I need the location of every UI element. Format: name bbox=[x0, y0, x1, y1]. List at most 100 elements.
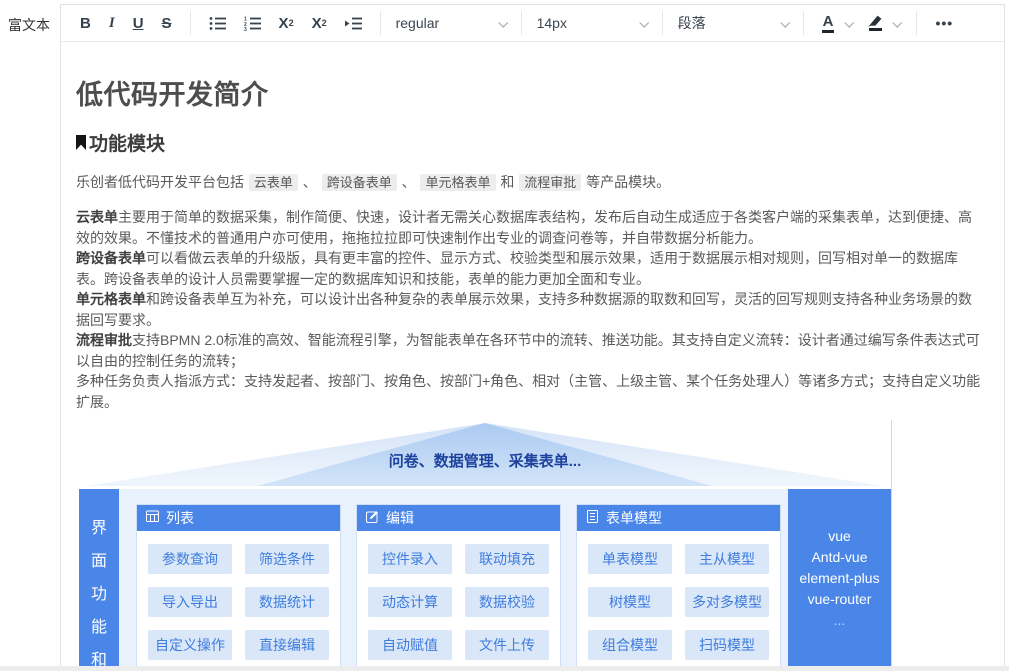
tech-stack-item: vue bbox=[828, 528, 851, 544]
toolbar-divider bbox=[803, 11, 804, 35]
doc-icon bbox=[586, 510, 599, 526]
tech-stack-item: ... bbox=[834, 612, 846, 628]
bullet-list-button[interactable] bbox=[200, 12, 235, 35]
chevron-down-icon bbox=[780, 17, 790, 27]
ordered-list-button[interactable]: 1 2 3 bbox=[235, 12, 270, 35]
section-heading-text: 功能模块 bbox=[89, 129, 165, 156]
side-label-char: 界 bbox=[91, 514, 107, 538]
font-family-value: regular bbox=[396, 15, 440, 31]
feature-chip: 树模型 bbox=[588, 587, 672, 617]
product-term-chip: 流程审批 bbox=[519, 174, 581, 191]
subscript-button[interactable]: X2 bbox=[303, 12, 336, 35]
text-run: 主要用于简单的数据采集，制作简便、快速，设计者无需关心数据库表结构，发布后自动生… bbox=[76, 209, 972, 246]
page-bottom-strip bbox=[0, 666, 1009, 671]
product-term-chip: 跨设备表单 bbox=[322, 174, 397, 191]
toolbar-divider bbox=[662, 11, 663, 35]
panel-title: 编辑 bbox=[386, 508, 414, 528]
text-run: 多种任务负责人指派方式：支持发起者、按部门、按角色、按部门+角色、相对（主管、上… bbox=[76, 373, 980, 410]
product-term-chip: 单元格表单 bbox=[420, 174, 495, 191]
section-heading: 功能模块 bbox=[76, 129, 984, 156]
panel-header: 表单模型 bbox=[577, 505, 780, 531]
superscript-exp: 2 bbox=[289, 19, 294, 28]
highlight-color-bar bbox=[869, 28, 882, 31]
svg-text:3: 3 bbox=[244, 27, 247, 31]
toolbar-divider bbox=[190, 11, 191, 35]
table-icon bbox=[146, 510, 159, 526]
intro-text-run: 、 bbox=[299, 174, 321, 190]
indent-button[interactable] bbox=[336, 12, 371, 35]
underline-button[interactable]: U bbox=[124, 12, 153, 35]
tech-stack-column: vue Antd-vue element-plus vue-router... bbox=[788, 489, 891, 671]
editor-field-label: 富文本 bbox=[8, 15, 50, 35]
feature-chip: 文件上传 bbox=[465, 630, 549, 660]
rich-text-editor: B I U S 1 2 3 X2 X2 bbox=[60, 4, 1005, 671]
bold-term: 单元格表单 bbox=[76, 291, 146, 307]
intro-text-run: 乐创者低代码开发平台包括 bbox=[76, 174, 248, 190]
bold-label: B bbox=[80, 16, 91, 31]
editor-content-area[interactable]: 低代码开发简介 功能模块 乐创者低代码开发平台包括 云表单 、 跨设备表单 、 … bbox=[61, 42, 1004, 671]
tech-stack-item: element-plus bbox=[799, 570, 879, 586]
strikethrough-button[interactable]: S bbox=[153, 12, 181, 35]
feature-chip: 自动赋值 bbox=[368, 630, 452, 660]
font-size-value: 14px bbox=[537, 15, 567, 31]
panel-header: 列表 bbox=[137, 505, 340, 531]
bold-term: 流程审批 bbox=[76, 332, 132, 348]
superscript-button[interactable]: X2 bbox=[270, 12, 303, 35]
tech-stack-box: vue Antd-vue element-plus vue-router... bbox=[788, 489, 891, 667]
indent-icon bbox=[345, 16, 362, 31]
panel-body: 单表模型主从模型树模型多对多模型组合模型扫码模型 bbox=[577, 531, 780, 671]
bold-button[interactable]: B bbox=[71, 12, 100, 35]
feature-chip: 单表模型 bbox=[588, 544, 672, 574]
rich-text-editor-page: 富文本 B I U S 1 2 3 X2 bbox=[0, 0, 1009, 671]
pyramid-diagram: 问卷、数据管理、采集表单... bbox=[79, 420, 891, 486]
feature-chip: 自定义操作 bbox=[148, 630, 232, 660]
tech-stack-item: vue-router bbox=[808, 591, 872, 607]
tech-stack-item: Antd-vue bbox=[811, 549, 867, 565]
edit-icon bbox=[366, 510, 379, 526]
paragraph-format-value: 段落 bbox=[678, 13, 706, 33]
feature-chip: 组合模型 bbox=[588, 630, 672, 660]
feature-panels: 列表参数查询筛选条件导入导出数据统计自定义操作直接编辑编辑控件录入联动填充动态计… bbox=[136, 504, 784, 671]
body-paragraphs: 云表单主要用于简单的数据采集，制作简便、快速，设计者无需关心数据库表结构，发布后… bbox=[76, 207, 984, 412]
highlight-color-button[interactable] bbox=[859, 11, 891, 35]
feature-panel: 表单模型单表模型主从模型树模型多对多模型组合模型扫码模型 bbox=[576, 504, 781, 671]
body-paragraph: 跨设备表单可以看做云表单的升级版，具有更丰富的控件、显示方式、校验类型和展示效果… bbox=[76, 248, 984, 289]
intro-paragraph: 乐创者低代码开发平台包括 云表单 、 跨设备表单 、 单元格表单 和 流程审批 … bbox=[76, 171, 984, 194]
side-label-char: 面 bbox=[91, 547, 107, 571]
text-run: 和跨设备表单互为补充，可以设计出各种复杂的表单展示效果，支持多种数据源的取数和回… bbox=[76, 291, 972, 328]
font-color-chevron-icon[interactable] bbox=[845, 17, 855, 27]
feature-panel: 列表参数查询筛选条件导入导出数据统计自定义操作直接编辑 bbox=[136, 504, 341, 671]
feature-chip: 参数查询 bbox=[148, 544, 232, 574]
toolbar-divider bbox=[916, 11, 917, 35]
panel-body: 控件录入联动填充动态计算数据校验自动赋值文件上传 bbox=[357, 531, 560, 671]
product-term-chip: 云表单 bbox=[249, 174, 298, 191]
side-label-char: 功 bbox=[91, 580, 107, 604]
underline-label: U bbox=[133, 16, 144, 31]
subscript-base: X bbox=[312, 16, 322, 31]
pyramid-label: 问卷、数据管理、采集表单... bbox=[79, 450, 891, 471]
product-architecture-figure[interactable]: 问卷、数据管理、采集表单... 界面功能和呈现 列表参数查询筛选条件导入导出数据… bbox=[79, 420, 892, 671]
superscript-base: X bbox=[279, 16, 289, 31]
panel-title: 列表 bbox=[166, 508, 194, 528]
feature-chip: 控件录入 bbox=[368, 544, 452, 574]
bullet-list-icon bbox=[209, 16, 226, 31]
highlighter-pen-icon bbox=[868, 15, 882, 27]
font-size-select[interactable]: 14px bbox=[531, 15, 653, 31]
feature-chip: 主从模型 bbox=[685, 544, 769, 574]
side-label-char: 能 bbox=[91, 613, 107, 637]
intro-text-run: 等产品模块。 bbox=[582, 174, 670, 190]
paragraph-format-select[interactable]: 段落 bbox=[672, 13, 794, 33]
text-run: 可以看做云表单的升级版，具有更丰富的控件、显示方式、校验类型和展示效果，适用于数… bbox=[76, 250, 958, 287]
intro-text-run: 、 bbox=[398, 174, 420, 190]
bold-term: 跨设备表单 bbox=[76, 250, 146, 266]
body-paragraph: 多种任务负责人指派方式：支持发起者、按部门、按角色、按部门+角色、相对（主管、上… bbox=[76, 371, 984, 412]
italic-button[interactable]: I bbox=[100, 12, 124, 35]
font-family-select[interactable]: regular bbox=[390, 15, 512, 31]
highlight-color-chevron-icon[interactable] bbox=[893, 17, 903, 27]
more-options-button[interactable]: ••• bbox=[926, 12, 962, 34]
figure-main-area: 界面功能和呈现 列表参数查询筛选条件导入导出数据统计自定义操作直接编辑编辑控件录… bbox=[79, 489, 891, 671]
font-color-button[interactable]: A bbox=[813, 10, 844, 37]
feature-chip: 动态计算 bbox=[368, 587, 452, 617]
bold-term: 云表单 bbox=[76, 209, 118, 225]
feature-chip: 多对多模型 bbox=[685, 587, 769, 617]
